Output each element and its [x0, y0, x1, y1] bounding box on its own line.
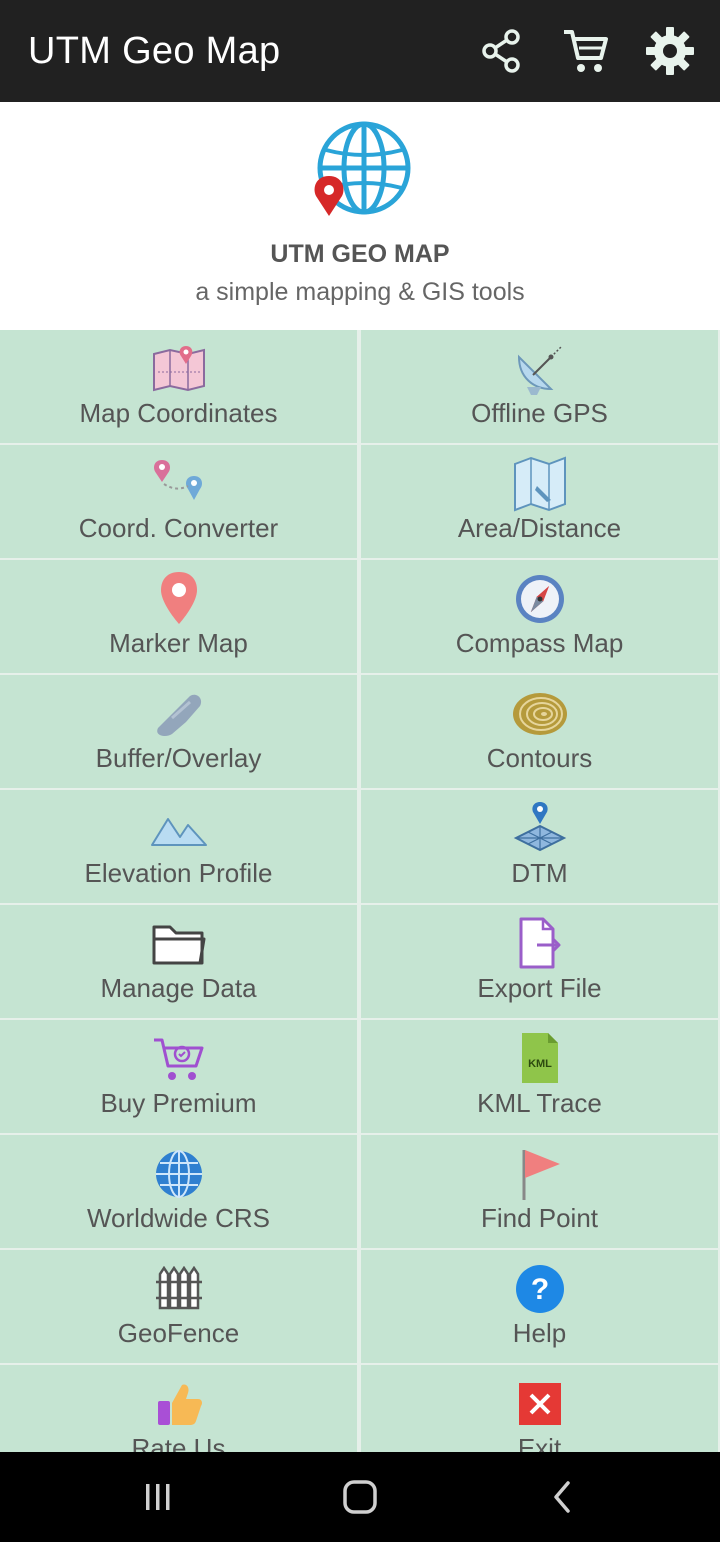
- shopping-cart-icon: [150, 1030, 208, 1088]
- dtm-icon: [511, 800, 569, 858]
- tile-label: Compass Map: [455, 628, 624, 658]
- buffer-icon: [150, 685, 208, 743]
- back-icon: [554, 1481, 570, 1513]
- contours-icon: [511, 685, 569, 743]
- tile-label: Worldwide CRS: [86, 1203, 270, 1233]
- route-pins-icon: [150, 455, 208, 513]
- tile-rate-us[interactable]: Rate Us: [0, 1365, 357, 1452]
- svg-text:?: ?: [530, 1273, 548, 1306]
- home-icon: [343, 1480, 377, 1514]
- back-button[interactable]: [532, 1472, 592, 1522]
- home-button[interactable]: [330, 1472, 390, 1522]
- globe-icon: [150, 1145, 208, 1203]
- map-pin-icon: [150, 340, 208, 398]
- tile-label: Rate Us: [131, 1433, 226, 1452]
- tile-exit[interactable]: Exit: [361, 1365, 718, 1452]
- tile-label: Exit: [517, 1433, 562, 1452]
- export-file-icon: [511, 915, 569, 973]
- tile-label: Offline GPS: [471, 398, 608, 428]
- marker-icon: [150, 570, 208, 628]
- app-bar: UTM Geo Map: [0, 0, 720, 102]
- tile-map-coordinates[interactable]: Map Coordinates: [0, 330, 357, 443]
- share-button[interactable]: [472, 21, 532, 81]
- tile-label: Buffer/Overlay: [95, 743, 262, 773]
- satellite-dish-icon: [511, 340, 569, 398]
- recents-button[interactable]: [128, 1472, 188, 1522]
- tile-manage-data[interactable]: Manage Data: [0, 905, 357, 1018]
- tile-label: Manage Data: [100, 973, 257, 1003]
- tile-label: Coord. Converter: [78, 513, 279, 543]
- tile-geofence[interactable]: GeoFence: [0, 1250, 357, 1363]
- tile-coord-converter[interactable]: Coord. Converter: [0, 445, 357, 558]
- share-icon: [482, 29, 520, 73]
- tile-label: Map Coordinates: [79, 398, 278, 428]
- app-header: UTM GEO MAP a simple mapping & GIS tools: [0, 102, 720, 330]
- tile-elevation-profile[interactable]: Elevation Profile: [0, 790, 357, 903]
- kml-file-icon: KML: [511, 1030, 569, 1088]
- globe-logo-icon: [314, 121, 411, 216]
- tile-label: Elevation Profile: [84, 858, 273, 888]
- tile-label: Buy Premium: [100, 1088, 257, 1118]
- recents-icon: [146, 1484, 170, 1510]
- cart-button[interactable]: [556, 21, 616, 81]
- compass-icon: [511, 570, 569, 628]
- tile-worldwide-crs[interactable]: Worldwide CRS: [0, 1135, 357, 1248]
- exit-icon: [511, 1375, 569, 1433]
- system-nav-bar: [0, 1452, 720, 1542]
- help-icon: ?: [511, 1260, 569, 1318]
- tile-offline-gps[interactable]: Offline GPS: [361, 330, 718, 443]
- flag-icon: [511, 1145, 569, 1203]
- mountains-icon: [150, 800, 208, 858]
- tile-export-file[interactable]: Export File: [361, 905, 718, 1018]
- app-title: UTM Geo Map: [28, 29, 281, 72]
- tile-label: Help: [512, 1318, 567, 1348]
- cart-icon: [564, 30, 608, 72]
- tile-label: Marker Map: [109, 628, 248, 658]
- kml-badge: KML: [528, 1058, 552, 1070]
- tile-buffer-overlay[interactable]: Buffer/Overlay: [0, 675, 357, 788]
- menu-grid: Map Coordinates Offline GPS Coord. Conve…: [0, 330, 720, 1452]
- tile-marker-map[interactable]: Marker Map: [0, 560, 357, 673]
- tile-label: Export File: [477, 973, 602, 1003]
- tile-label: GeoFence: [117, 1318, 240, 1348]
- fence-icon: [150, 1260, 208, 1318]
- tile-buy-premium[interactable]: Buy Premium: [0, 1020, 357, 1133]
- folder-icon: [150, 915, 208, 973]
- tile-label: Contours: [486, 743, 593, 773]
- tile-kml-trace[interactable]: KML KML Trace: [361, 1020, 718, 1133]
- tile-label: DTM: [511, 858, 568, 888]
- tile-find-point[interactable]: Find Point: [361, 1135, 718, 1248]
- header-subtitle: a simple mapping & GIS tools: [195, 278, 525, 306]
- tile-help[interactable]: ? Help: [361, 1250, 718, 1363]
- tile-label: KML Trace: [477, 1088, 602, 1118]
- thumbs-up-icon: [150, 1375, 208, 1433]
- tile-dtm[interactable]: DTM: [361, 790, 718, 903]
- settings-button[interactable]: [640, 21, 700, 81]
- tile-contours[interactable]: Contours: [361, 675, 718, 788]
- folded-map-icon: [511, 455, 569, 513]
- header-title: UTM GEO MAP: [270, 240, 450, 268]
- tile-label: Area/Distance: [457, 513, 622, 543]
- settings-icon: [646, 27, 694, 75]
- tile-compass-map[interactable]: Compass Map: [361, 560, 718, 673]
- tile-area-distance[interactable]: Area/Distance: [361, 445, 718, 558]
- tile-label: Find Point: [480, 1203, 599, 1233]
